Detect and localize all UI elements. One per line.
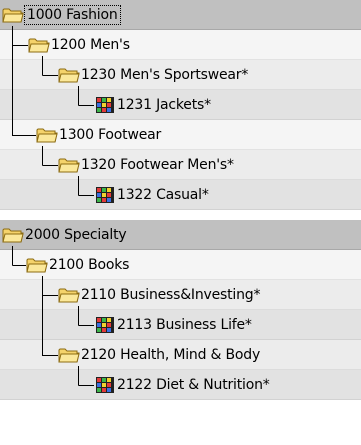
tree-node-label: 1322 Casual*: [117, 187, 209, 203]
tree-row[interactable]: 1320 Footwear Men's*: [0, 150, 361, 180]
tree-row[interactable]: 1230 Men's Sportswear*: [0, 60, 361, 90]
folder-icon: [2, 228, 24, 243]
tree-node-2113[interactable]: 2113 Business Life*: [94, 314, 252, 336]
tree-node-label: 2000 Specialty: [25, 227, 127, 243]
tree-row[interactable]: 1231 Jackets*: [0, 90, 361, 120]
tree-row[interactable]: 2113 Business Life*: [0, 310, 361, 340]
tree-row[interactable]: 1000 Fashion: [0, 0, 361, 30]
folder-icon: [58, 158, 80, 173]
tree-node-label: 2100 Books: [49, 257, 130, 273]
tree-node-label: 2113 Business Life*: [117, 317, 252, 333]
tree-node-label: 2120 Health, Mind & Body: [81, 347, 261, 363]
tree-row[interactable]: 2120 Health, Mind & Body: [0, 340, 361, 370]
folder-icon: [58, 68, 80, 83]
tree-node-label: 2110 Business&Investing*: [81, 287, 261, 303]
tree-row[interactable]: 2000 Specialty: [0, 220, 361, 250]
tree-row[interactable]: 1200 Men's: [0, 30, 361, 60]
tree-node-label: 1230 Men's Sportswear*: [81, 67, 249, 83]
category-grid-icon: [96, 377, 114, 393]
tree-node-label: 1200 Men's: [51, 37, 130, 53]
category-grid-icon: [96, 97, 114, 113]
category-grid-icon: [96, 317, 114, 333]
tree-node-label: 1320 Footwear Men's*: [81, 157, 234, 173]
tree-node-1000[interactable]: 1000 Fashion: [2, 4, 121, 26]
tree-node-1200[interactable]: 1200 Men's: [28, 34, 130, 56]
tree-row[interactable]: 2110 Business&Investing*: [0, 280, 361, 310]
tree-row[interactable]: 1300 Footwear: [0, 120, 361, 150]
tree-node-1320[interactable]: 1320 Footwear Men's*: [58, 154, 234, 176]
tree-node-2122[interactable]: 2122 Diet & Nutrition*: [94, 374, 270, 396]
tree-node-1322[interactable]: 1322 Casual*: [94, 184, 209, 206]
tree-row[interactable]: 2100 Books: [0, 250, 361, 280]
folder-icon: [26, 258, 48, 273]
tree-node-label: 1231 Jackets*: [117, 97, 211, 113]
folder-icon: [2, 8, 24, 23]
tree-node-2100[interactable]: 2100 Books: [26, 254, 129, 276]
folder-icon: [28, 38, 50, 53]
tree-node-1230[interactable]: 1230 Men's Sportswear*: [58, 64, 248, 86]
tree-row[interactable]: 2122 Diet & Nutrition*: [0, 370, 361, 400]
tree-node-2120[interactable]: 2120 Health, Mind & Body: [58, 344, 260, 366]
folder-icon: [58, 288, 80, 303]
tree-node-1300[interactable]: 1300 Footwear: [36, 124, 161, 146]
tree-node-label: 2122 Diet & Nutrition*: [117, 377, 270, 393]
category-tree: 1000 Fashion 1200 Men's 1230 Men's Sport…: [0, 0, 361, 445]
category-grid-icon: [96, 187, 114, 203]
tree-node-1231[interactable]: 1231 Jackets*: [94, 94, 211, 116]
tree-row[interactable]: 1322 Casual*: [0, 180, 361, 210]
tree-node-2000[interactable]: 2000 Specialty: [2, 224, 127, 246]
tree-node-label: 1300 Footwear: [59, 127, 162, 143]
folder-icon: [58, 348, 80, 363]
tree-node-label: 1000 Fashion: [24, 5, 121, 25]
folder-icon: [36, 128, 58, 143]
tree-node-2110[interactable]: 2110 Business&Investing*: [58, 284, 260, 306]
